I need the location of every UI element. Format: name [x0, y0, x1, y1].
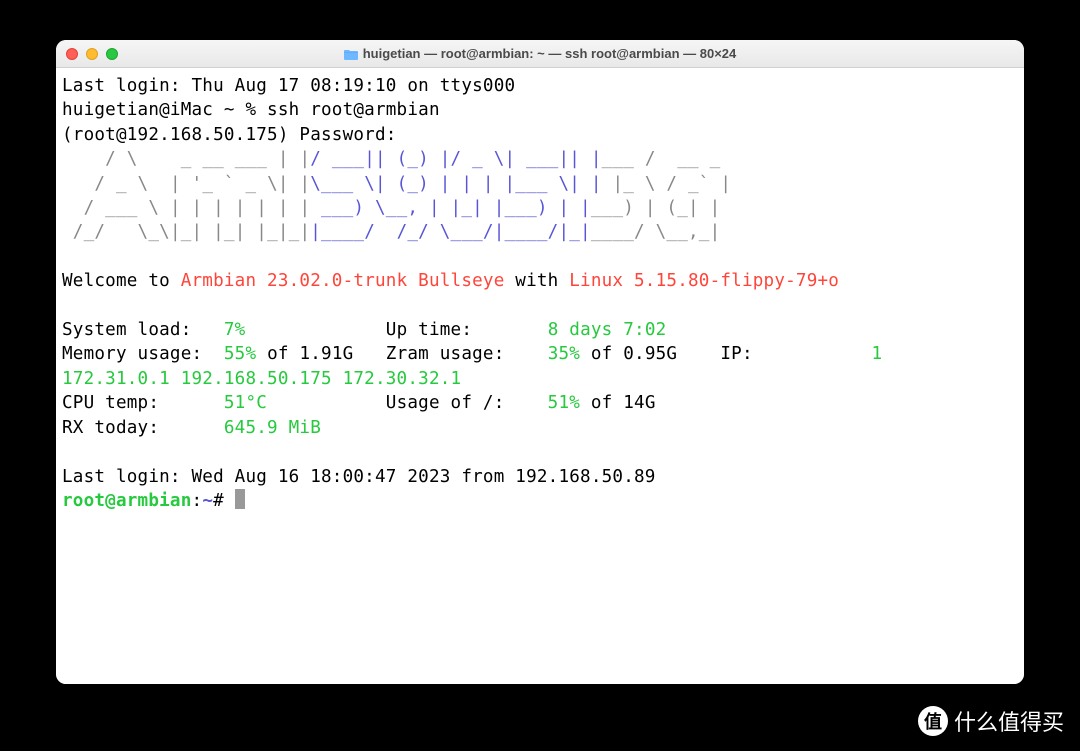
zoom-icon[interactable]	[106, 48, 118, 60]
close-icon[interactable]	[66, 48, 78, 60]
local-prompt-line: huigetian@iMac ~ % ssh root@armbian	[62, 100, 440, 120]
titlebar: huigetian — root@armbian: ~ — ssh root@a…	[56, 40, 1024, 68]
stat-sysload-label: System load:	[62, 320, 224, 340]
stat-rx-value: 645.9 MiB	[224, 418, 321, 438]
stat-usage-rest: of 14G	[580, 393, 656, 413]
window-controls	[66, 48, 118, 60]
stat-uptime-label: Up time:	[386, 320, 548, 340]
ascii-art-line: / ___|| (_) |/ _ \| ___|| |	[310, 149, 601, 169]
ascii-art-line: \___ \| (_) | | | |___ \| |	[310, 174, 601, 194]
window-title: huigetian — root@armbian: ~ — ssh root@a…	[363, 46, 737, 61]
ascii-art-line: ___ / __ _	[602, 149, 732, 169]
stat-zram-rest: of 0.95G	[580, 344, 720, 364]
stat-ip-tail: 1	[871, 344, 882, 364]
stat-cpu-label: CPU temp:	[62, 393, 224, 413]
stat-usage-value: 51%	[548, 393, 580, 413]
watermark-badge-icon: 值	[918, 706, 948, 736]
stat-usage-label: Usage of /:	[386, 393, 548, 413]
password-prompt-line: (root@192.168.50.175) Password:	[62, 125, 397, 145]
last-login-line: Last login: Thu Aug 17 08:19:10 on ttys0…	[62, 76, 515, 96]
stat-mem-rest: of 1.91G	[256, 344, 386, 364]
welcome-os: Armbian 23.02.0-trunk Bullseye	[181, 271, 505, 291]
stat-zram-value: 35%	[548, 344, 580, 364]
title-wrap: huigetian — root@armbian: ~ — ssh root@a…	[56, 46, 1024, 61]
watermark: 值 什么值得买	[918, 705, 1064, 737]
terminal-window: huigetian — root@armbian: ~ — ssh root@a…	[56, 40, 1024, 684]
stat-cpu-value: 51°C	[224, 393, 267, 413]
ascii-art-line: _ __ ___ | |	[170, 149, 310, 169]
welcome-mid: with	[505, 271, 570, 291]
ascii-art-line: /_/ \_\	[62, 222, 170, 242]
minimize-icon[interactable]	[86, 48, 98, 60]
ascii-art-line: / \	[62, 149, 170, 169]
stat-ip-value: 172.31.0.1 192.168.50.175 172.30.32.1	[62, 369, 461, 389]
ascii-art-line: / _ \	[62, 174, 170, 194]
cursor-icon	[235, 489, 245, 509]
stat-uptime-value: 8 days 7:02	[548, 320, 667, 340]
welcome-kernel: Linux 5.15.80-flippy-79+o	[569, 271, 839, 291]
ascii-art-line: / ___ \	[62, 198, 170, 218]
folder-icon	[344, 48, 358, 60]
prompt-hash: #	[213, 491, 224, 511]
watermark-text: 什么值得买	[954, 705, 1064, 737]
stat-ip-label: IP:	[720, 344, 871, 364]
ascii-art-line: ___) \__, | |_| |___) | |	[310, 198, 591, 218]
ascii-art-line: | | | | | | |	[170, 198, 310, 218]
welcome-prefix: Welcome to	[62, 271, 181, 291]
ascii-art-line: |_ \ / _` |	[602, 174, 732, 194]
last-login-footer: Last login: Wed Aug 16 18:00:47 2023 fro…	[62, 467, 656, 487]
stat-mem-value: 55%	[224, 344, 256, 364]
ascii-art-line: | '_ ` _ \| |	[170, 174, 310, 194]
stat-sysload-value: 7%	[224, 320, 246, 340]
stat-rx-label: RX today:	[62, 418, 224, 438]
stat-zram-label: Zram usage:	[386, 344, 548, 364]
prompt-path: ~	[202, 491, 213, 511]
terminal-body[interactable]: Last login: Thu Aug 17 08:19:10 on ttys0…	[56, 68, 1024, 684]
ascii-art-line: |_| |_| |_|_|	[170, 222, 310, 242]
stat-mem-label: Memory usage:	[62, 344, 224, 364]
prompt-user: root@armbian	[62, 491, 192, 511]
ascii-art-line: ___) | (_| |	[591, 198, 721, 218]
ascii-art-line: ____/ \__,_|	[591, 222, 721, 242]
ascii-art-line: |____/ /_/ \___/|____/|_|	[310, 222, 591, 242]
prompt-sep: :	[192, 491, 203, 511]
